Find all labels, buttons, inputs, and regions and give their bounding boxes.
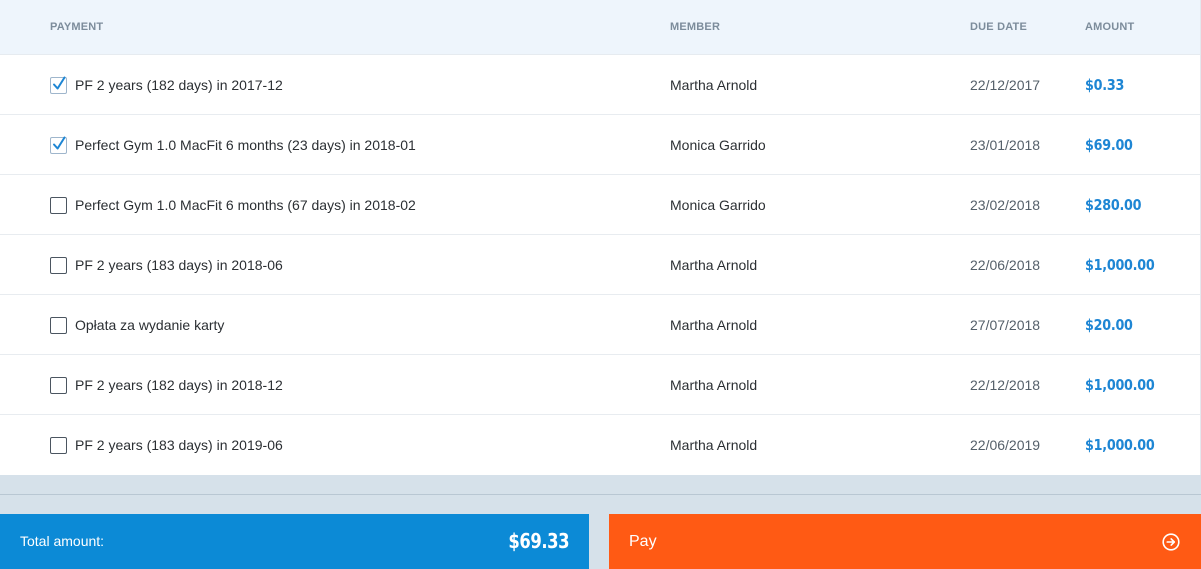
payments-table: PAYMENT MEMBER DUE DATE AMOUNT PF 2 year… [0,0,1201,475]
amount-value: $20.00 [1085,316,1133,334]
payment-cell: PF 2 years (183 days) in 2019-06 [50,415,283,475]
member-name: Martha Arnold [670,437,758,453]
payment-name: Opłata za wydanie karty [75,317,225,333]
payment-cell: PF 2 years (183 days) in 2018-06 [50,235,283,295]
amount-value: $69.00 [1085,136,1133,154]
member-name: Martha Arnold [670,377,758,393]
due-date: 23/01/2018 [970,137,1041,153]
pay-button[interactable]: Pay [609,514,1201,569]
due-date: 22/12/2017 [970,77,1041,93]
due-date: 22/12/2018 [970,377,1041,393]
payment-name: PF 2 years (183 days) in 2018-06 [75,257,283,273]
total-amount-value: $69.33 [508,529,569,553]
payment-checkbox[interactable] [50,256,67,274]
payment-checkbox[interactable] [50,76,67,94]
payment-checkbox[interactable] [50,436,67,454]
check-icon [53,76,66,89]
table-row: PF 2 years (182 days) in 2018-12 Martha A… [0,355,1200,415]
payment-checkbox[interactable] [50,316,67,334]
amount-value: $280.00 [1085,196,1142,214]
table-header: PAYMENT MEMBER DUE DATE AMOUNT [0,0,1200,55]
payment-cell: Perfect Gym 1.0 MacFit 6 months (23 days… [50,115,416,175]
table-row: PF 2 years (183 days) in 2018-06 Martha A… [0,235,1200,295]
header-due-date: DUE DATE [970,21,1028,33]
amount-value: $1,000.00 [1085,256,1155,274]
total-amount-bar: Total amount: $69.33 [0,514,589,569]
table-row: Perfect Gym 1.0 MacFit 6 months (23 days… [0,115,1200,175]
payment-name: PF 2 years (182 days) in 2018-12 [75,377,283,393]
table-row: Opłata za wydanie karty Martha Arnold 27/0… [0,295,1200,355]
table-body: PF 2 years (182 days) in 2017-12 Martha A… [0,55,1200,475]
payment-cell: Perfect Gym 1.0 MacFit 6 months (67 days… [50,175,416,235]
table-row: PF 2 years (182 days) in 2017-12 Martha A… [0,55,1200,115]
amount-value: $1,000.00 [1085,376,1155,394]
payment-name: PF 2 years (183 days) in 2019-06 [75,437,283,453]
due-date: 22/06/2018 [970,257,1041,273]
pay-button-label: Pay [629,533,657,550]
due-date: 23/02/2018 [970,197,1041,213]
payment-name: Perfect Gym 1.0 MacFit 6 months (23 days… [75,137,416,153]
payment-cell: Opłata za wydanie karty [50,295,224,355]
payment-name: Perfect Gym 1.0 MacFit 6 months (67 days… [75,197,416,213]
member-name: Monica Garrido [670,137,766,153]
payment-cell: PF 2 years (182 days) in 2017-12 [50,55,283,115]
payment-checkbox[interactable] [50,196,67,214]
table-row: PF 2 years (183 days) in 2019-06 Martha A… [0,415,1200,475]
total-amount-label: Total amount: [20,533,105,549]
payment-cell: PF 2 years (182 days) in 2018-12 [50,355,283,415]
payment-name: PF 2 years (182 days) in 2017-12 [75,77,283,93]
amount-value: $1,000.00 [1085,436,1155,454]
member-name: Martha Arnold [670,317,758,333]
member-name: Monica Garrido [670,197,766,213]
header-payment: PAYMENT [50,21,104,33]
header-amount: AMOUNT [1085,21,1135,33]
due-date: 27/07/2018 [970,317,1041,333]
payment-checkbox[interactable] [50,136,67,154]
check-icon [53,136,66,149]
arrow-circle-right-icon [1162,533,1180,551]
table-row: Perfect Gym 1.0 MacFit 6 months (67 days… [0,175,1200,235]
payment-checkbox[interactable] [50,376,67,394]
member-name: Martha Arnold [670,77,758,93]
member-name: Martha Arnold [670,257,758,273]
amount-value: $0.33 [1085,76,1125,94]
footer-divider [0,494,1201,495]
header-member: MEMBER [670,21,721,33]
due-date: 22/06/2019 [970,437,1041,453]
payments-page: PAYMENT MEMBER DUE DATE AMOUNT PF 2 year… [0,0,1201,569]
